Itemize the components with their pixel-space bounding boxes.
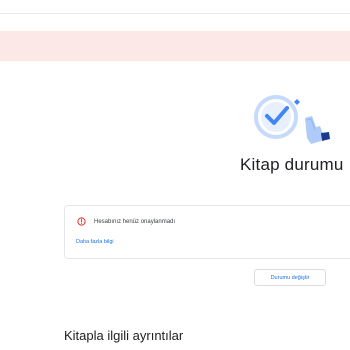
more-info-link[interactable]: Daha fazla bilgi [76,239,114,245]
check-hand-illustration-icon [254,95,330,144]
account-status-message: Hesabınız henüz onaylanmadı [94,218,176,225]
page-title: Kitap durumu [240,155,344,174]
book-details-heading: Kitapla ilgili ayrıntılar [64,328,184,343]
change-status-button[interactable]: Durumu değiştir [254,269,326,286]
error-icon [77,217,86,226]
status-row: Hesabınız henüz onaylanmadı [77,217,175,226]
book-status-page: Kitap durumu Hesabınız henüz onaylanmadı… [0,0,350,350]
status-card: Hesabınız henüz onaylanmadı Daha fazla b… [64,205,350,259]
top-divider [0,13,350,14]
alert-banner [0,31,350,61]
